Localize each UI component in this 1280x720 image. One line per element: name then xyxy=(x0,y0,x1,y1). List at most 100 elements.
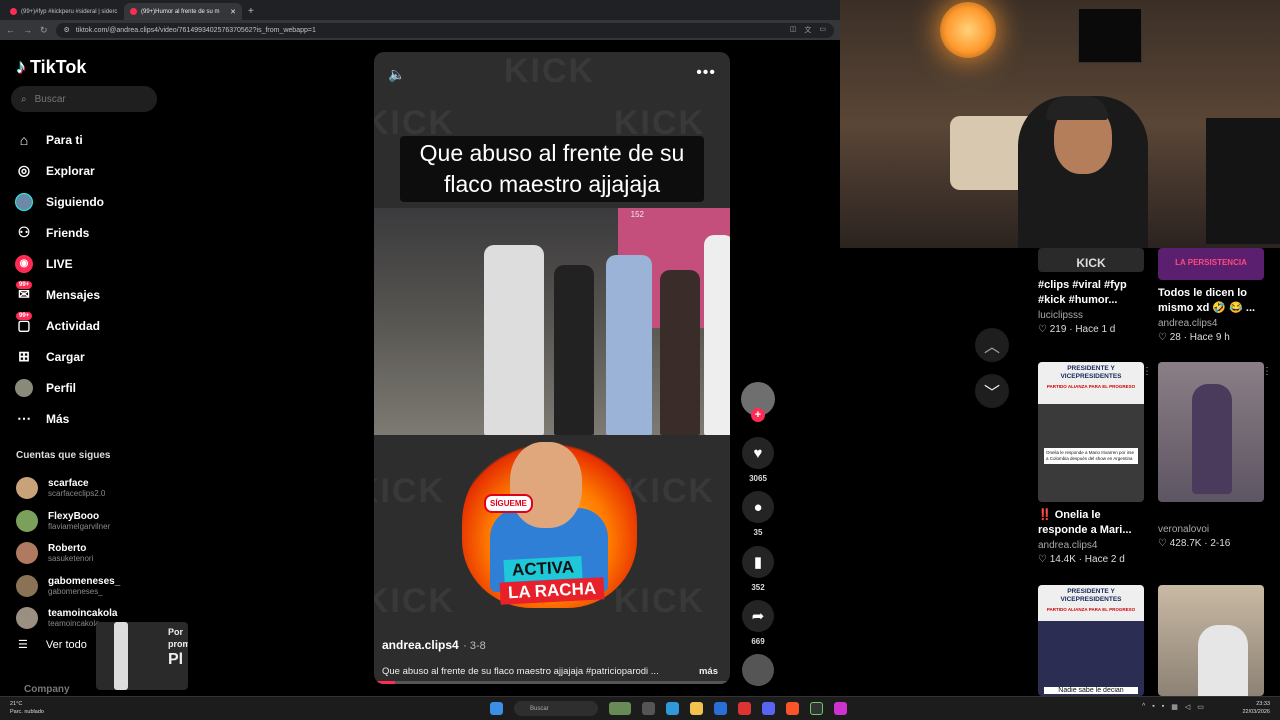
next-video-button[interactable]: ﹀ xyxy=(975,374,1009,408)
grid-card[interactable]: PRESIDENTE Y VICEPRESIDENTES PARTIDO ALIA… xyxy=(1038,585,1144,696)
floating-overlay-widget[interactable]: Por prom Pl xyxy=(96,622,188,690)
volume-icon[interactable]: 🔈 xyxy=(388,66,405,83)
heart-icon[interactable]: ♥ xyxy=(742,437,774,469)
chevron-up-icon: ︿ xyxy=(983,339,1000,356)
thumb-sub: PARTIDO ALIANZA PARA EL PROGRESO xyxy=(1046,607,1136,612)
company-link[interactable]: Company xyxy=(24,684,70,695)
grid-card[interactable]: ⋮ veronalovoi ♡ 428.7K · 2-16 xyxy=(1158,362,1272,549)
menu-item-label: Explorar xyxy=(46,163,95,178)
reload-icon[interactable]: ↻ xyxy=(40,25,48,36)
copilot-icon[interactable] xyxy=(666,702,679,715)
obs-icon[interactable] xyxy=(810,702,823,715)
grid-card[interactable] xyxy=(1158,585,1264,696)
video-author[interactable]: andrea.clips4 xyxy=(382,638,459,652)
search-input[interactable] xyxy=(34,93,135,105)
app-icon[interactable] xyxy=(738,702,751,715)
show-more-button[interactable]: más xyxy=(699,666,718,677)
widget-app-icon[interactable] xyxy=(609,702,631,715)
browser-tab[interactable]: (99+)#fyp #kickperu #sideral | siderc xyxy=(4,3,122,20)
windows-start-icon[interactable] xyxy=(490,702,503,715)
tray-app-icon[interactable]: ▪ xyxy=(1162,703,1164,711)
menu-item-cargar[interactable]: ⊞ Cargar xyxy=(14,341,104,372)
activity-icon: ▢ 99+ xyxy=(16,311,33,333)
taskbar-search[interactable]: Buscar xyxy=(514,701,598,716)
comment-action[interactable]: ● 35 xyxy=(741,491,775,537)
menu-item-perfil[interactable]: Perfil xyxy=(14,372,104,403)
volume-icon[interactable]: ◁ xyxy=(1185,703,1190,711)
person xyxy=(704,235,730,435)
grid-card[interactable]: PRESIDENTE Y VICEPRESIDENTES PARTIDO ALIA… xyxy=(1038,362,1152,565)
creator-avatar[interactable]: + xyxy=(741,382,775,422)
more-options-icon[interactable]: ⋮ xyxy=(1142,366,1152,377)
translate-icon[interactable]: 文 xyxy=(804,25,811,35)
back-icon[interactable]: ← xyxy=(6,25,15,35)
tray-app-icon[interactable]: ▪ xyxy=(1152,703,1154,711)
share-action[interactable]: ➦ 669 xyxy=(741,600,775,646)
sound-disc[interactable] xyxy=(741,654,775,686)
follow-plus-icon[interactable]: + xyxy=(751,408,765,422)
weather-widget[interactable]: 21°C Parc. nublado xyxy=(10,700,44,716)
card-author[interactable]: luciclipsss xyxy=(1038,310,1144,321)
avatar xyxy=(16,607,38,630)
card-thumbnail[interactable] xyxy=(1158,362,1264,502)
url-field[interactable]: ⚙ tiktok.com/@andrea.clips4/video/761499… xyxy=(55,22,834,38)
grid-card[interactable]: KICK #clips #viral #fyp #kick #humor... … xyxy=(1038,248,1144,335)
card-thumbnail[interactable]: PRESIDENTE Y VICEPRESIDENTES PARTIDO ALIA… xyxy=(1038,362,1144,502)
search-box[interactable]: ⌕ xyxy=(11,86,157,112)
save-action[interactable]: ▮ 352 xyxy=(741,546,775,592)
menu-item-mensajes[interactable]: ✉ 99+ Mensajes xyxy=(14,279,104,310)
brave-icon[interactable] xyxy=(786,702,799,715)
card-author[interactable]: veronalovoi xyxy=(1158,524,1264,535)
bookmark-icon[interactable]: ▮ xyxy=(742,546,774,578)
card-thumbnail[interactable]: PRESIDENTE Y VICEPRESIDENTES PARTIDO ALIA… xyxy=(1038,585,1144,696)
app-icon[interactable] xyxy=(834,702,847,715)
network-icon[interactable]: ▦ xyxy=(1171,703,1178,711)
menu-item-mas[interactable]: ⋯ Más xyxy=(14,403,104,434)
video-player[interactable]: KICK KICK KICK KICK KICK KICK KICK 🔈 •••… xyxy=(374,52,730,684)
following-account[interactable]: gabomeneses_ gabomeneses_ xyxy=(16,570,120,603)
following-account[interactable]: FlexyBooo flaviamelgarvilner xyxy=(16,505,120,538)
extension-icon[interactable]: ◫ xyxy=(790,25,797,35)
card-thumbnail[interactable] xyxy=(1158,585,1264,696)
chevron-up-icon[interactable]: ^ xyxy=(1142,703,1145,711)
share-icon[interactable]: ➦ xyxy=(742,600,774,632)
close-tab-icon[interactable]: ✕ xyxy=(230,8,236,16)
discord-icon[interactable] xyxy=(762,702,775,715)
tab-label: (99+)Humor al frente de su m xyxy=(141,8,220,15)
comment-icon[interactable]: ● xyxy=(742,491,774,523)
menu-item-live[interactable]: ◉ LIVE xyxy=(14,248,104,279)
site-info-icon[interactable]: ⚙ xyxy=(64,26,70,34)
following-account[interactable]: Roberto sasuketenori xyxy=(16,537,120,570)
card-thumbnail[interactable]: LA PERSISTENCIA xyxy=(1158,248,1264,280)
previous-video-button[interactable]: ︿ xyxy=(975,328,1009,362)
video-progress-bar[interactable] xyxy=(374,681,730,684)
like-action[interactable]: ♥ 3065 xyxy=(741,437,775,483)
wall-tv xyxy=(1078,8,1142,63)
task-view-icon[interactable] xyxy=(642,702,655,715)
edge-icon[interactable] xyxy=(714,702,727,715)
clock[interactable]: 23:33 22/03/2026 xyxy=(1242,700,1270,716)
battery-icon[interactable]: ▭ xyxy=(1197,703,1204,711)
card-author[interactable]: andrea.clips4 xyxy=(1158,318,1264,329)
live-icon: ◉ xyxy=(14,254,34,274)
tiktok-favicon-icon xyxy=(10,8,17,15)
music-disc-icon[interactable] xyxy=(742,654,774,686)
browser-tab-active[interactable]: (99+)Humor al frente de su m ✕ xyxy=(124,3,242,20)
menu-item-siguiendo[interactable]: Siguiendo xyxy=(14,186,104,217)
following-account[interactable]: scarface scarfaceclips2.0 xyxy=(16,472,120,505)
menu-item-para-ti[interactable]: ⌂ Para ti xyxy=(14,124,104,155)
cast-icon[interactable]: ▭ xyxy=(819,25,826,35)
grid-card[interactable]: LA PERSISTENCIA Todos le dicen lo mismo … xyxy=(1158,248,1264,343)
menu-item-friends[interactable]: ⚇ Friends xyxy=(14,217,104,248)
tiktok-logo[interactable]: ♪ TikTok xyxy=(16,56,86,79)
new-tab-button[interactable]: + xyxy=(248,3,254,20)
more-options-icon[interactable]: ••• xyxy=(696,64,716,82)
see-all-button[interactable]: ☰ Ver todo xyxy=(18,638,87,652)
card-thumbnail[interactable]: KICK xyxy=(1038,248,1144,272)
menu-item-actividad[interactable]: ▢ 99+ Actividad xyxy=(14,310,104,341)
menu-item-explorar[interactable]: ◎ Explorar xyxy=(14,155,104,186)
card-author[interactable]: andrea.clips4 xyxy=(1038,540,1144,551)
more-options-icon[interactable]: ⋮ xyxy=(1262,366,1272,377)
file-explorer-icon[interactable] xyxy=(690,702,703,715)
forward-icon[interactable]: → xyxy=(23,25,32,35)
